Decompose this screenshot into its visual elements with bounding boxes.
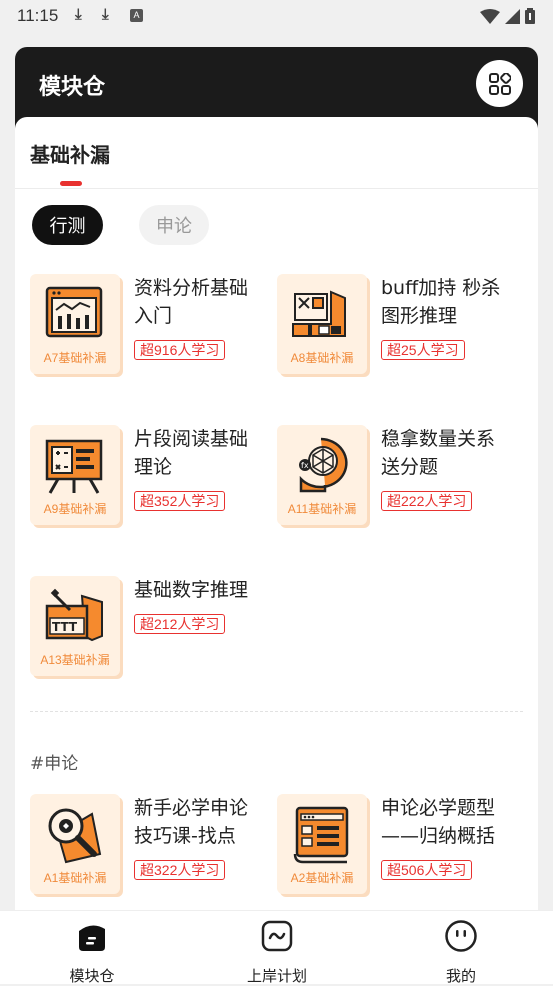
status-time: 11:15 bbox=[17, 6, 59, 25]
course-thumbnail: A8基础补漏 bbox=[277, 274, 367, 374]
status-bar: 11:15 ⤓ ⤓ A bbox=[0, 0, 553, 32]
nav-label: 上岸计划 bbox=[246, 967, 307, 985]
course-title: 申论必学题型——归纳概括 bbox=[381, 797, 496, 847]
a-box-icon: A bbox=[130, 9, 143, 22]
course-card[interactable]: A8基础补漏 buff加持 秒杀图形推理 超25人学习 bbox=[277, 274, 517, 384]
learner-count-badge: 超322人学习 bbox=[134, 860, 226, 880]
learner-count-badge: 超25人学习 bbox=[381, 340, 465, 360]
easel-board-icon bbox=[45, 439, 103, 494]
course-title: 片段阅读基础理论 bbox=[134, 428, 249, 478]
filter-tab-shenlun[interactable]: 申论 bbox=[139, 205, 209, 245]
panel-subtitle: 基础补漏 bbox=[30, 143, 110, 167]
course-tag: A8基础补漏 bbox=[290, 351, 354, 365]
course-card[interactable]: A7基础补漏 资料分析基础入门 超916人学习 bbox=[30, 274, 270, 384]
learner-count-badge: 超212人学习 bbox=[134, 614, 226, 634]
module-panel: 基础补漏 行测 申论 A7基础补漏 资料分析基础入门 超916人学习 A8基础补… bbox=[15, 117, 538, 917]
course-thumbnail: TTT A13基础补漏 bbox=[30, 576, 120, 676]
course-tag: A7基础补漏 bbox=[43, 351, 107, 365]
course-thumbnail: fx A11基础补漏 bbox=[277, 425, 367, 525]
filter-tab-xingce[interactable]: 行测 bbox=[32, 205, 103, 245]
magnifier-icon bbox=[48, 808, 102, 864]
nav-label: 模块仓 bbox=[69, 967, 115, 985]
course-tag: A9基础补漏 bbox=[43, 502, 107, 516]
bottom-nav: 模块仓 上岸计划 我的 bbox=[0, 910, 553, 986]
course-card[interactable]: fx A11基础补漏 稳拿数量关系送分题 超222人学习 bbox=[277, 425, 517, 535]
course-title: 新手必学申论技巧课-找点 bbox=[134, 797, 249, 847]
grid-icon bbox=[488, 72, 511, 95]
course-card[interactable]: TTT A13基础补漏 基础数字推理 超212人学习 bbox=[30, 576, 270, 686]
course-card[interactable]: A9基础补漏 片段阅读基础理论 超352人学习 bbox=[30, 425, 270, 535]
learner-count-badge: 超352人学习 bbox=[134, 491, 226, 511]
nav-item-module[interactable]: 模块仓 bbox=[37, 919, 147, 986]
battery-icon bbox=[525, 8, 535, 24]
svg-text:TTT: TTT bbox=[52, 620, 78, 634]
nav-item-plan[interactable]: 上岸计划 bbox=[222, 919, 332, 986]
plan-chart-icon bbox=[261, 920, 293, 952]
module-icon bbox=[79, 925, 105, 951]
signal-icon bbox=[505, 8, 520, 24]
course-tag: A11基础补漏 bbox=[287, 502, 357, 516]
wifi-icon bbox=[480, 8, 500, 24]
grid-menu-button[interactable] bbox=[476, 60, 523, 107]
download-icon: ⤓ bbox=[75, 6, 82, 23]
nav-label: 我的 bbox=[445, 967, 476, 985]
course-tag: A13基础补漏 bbox=[40, 653, 110, 667]
course-thumbnail: A1基础补漏 bbox=[30, 794, 120, 894]
graphic-puzzle-icon bbox=[292, 290, 346, 337]
course-card[interactable]: A2基础补漏 申论必学题型——归纳概括 超506人学习 bbox=[277, 794, 517, 904]
course-title: 稳拿数量关系送分题 bbox=[381, 428, 496, 478]
nav-item-profile[interactable]: 我的 bbox=[406, 919, 516, 986]
course-tag: A1基础补漏 bbox=[43, 871, 107, 885]
course-thumbnail: A9基础补漏 bbox=[30, 425, 120, 525]
profile-face-icon bbox=[445, 920, 477, 952]
learner-count-badge: 超916人学习 bbox=[134, 340, 226, 360]
brain-network-icon: fx bbox=[299, 437, 348, 493]
course-thumbnail: A2基础补漏 bbox=[277, 794, 367, 894]
document-scroll-icon bbox=[293, 806, 349, 864]
learner-count-badge: 超222人学习 bbox=[381, 491, 473, 511]
course-title: buff加持 秒杀图形推理 bbox=[381, 277, 501, 327]
section-heading: #申论 bbox=[30, 754, 79, 774]
course-card[interactable]: A1基础补漏 新手必学申论技巧课-找点 超322人学习 bbox=[30, 794, 270, 904]
page-title: 模块仓 bbox=[39, 75, 106, 100]
ttt-number-icon: TTT bbox=[45, 588, 103, 642]
data-chart-icon bbox=[45, 286, 103, 338]
section-divider bbox=[30, 711, 523, 712]
course-thumbnail: A7基础补漏 bbox=[30, 274, 120, 374]
course-tag: A2基础补漏 bbox=[290, 871, 354, 885]
course-title: 资料分析基础入门 bbox=[134, 277, 249, 327]
subtitle-underline bbox=[60, 181, 82, 186]
learner-count-badge: 超506人学习 bbox=[381, 860, 473, 880]
course-title: 基础数字推理 bbox=[134, 579, 249, 601]
divider bbox=[15, 188, 538, 189]
svg-text:fx: fx bbox=[301, 461, 309, 470]
download-icon: ⤓ bbox=[102, 6, 109, 23]
